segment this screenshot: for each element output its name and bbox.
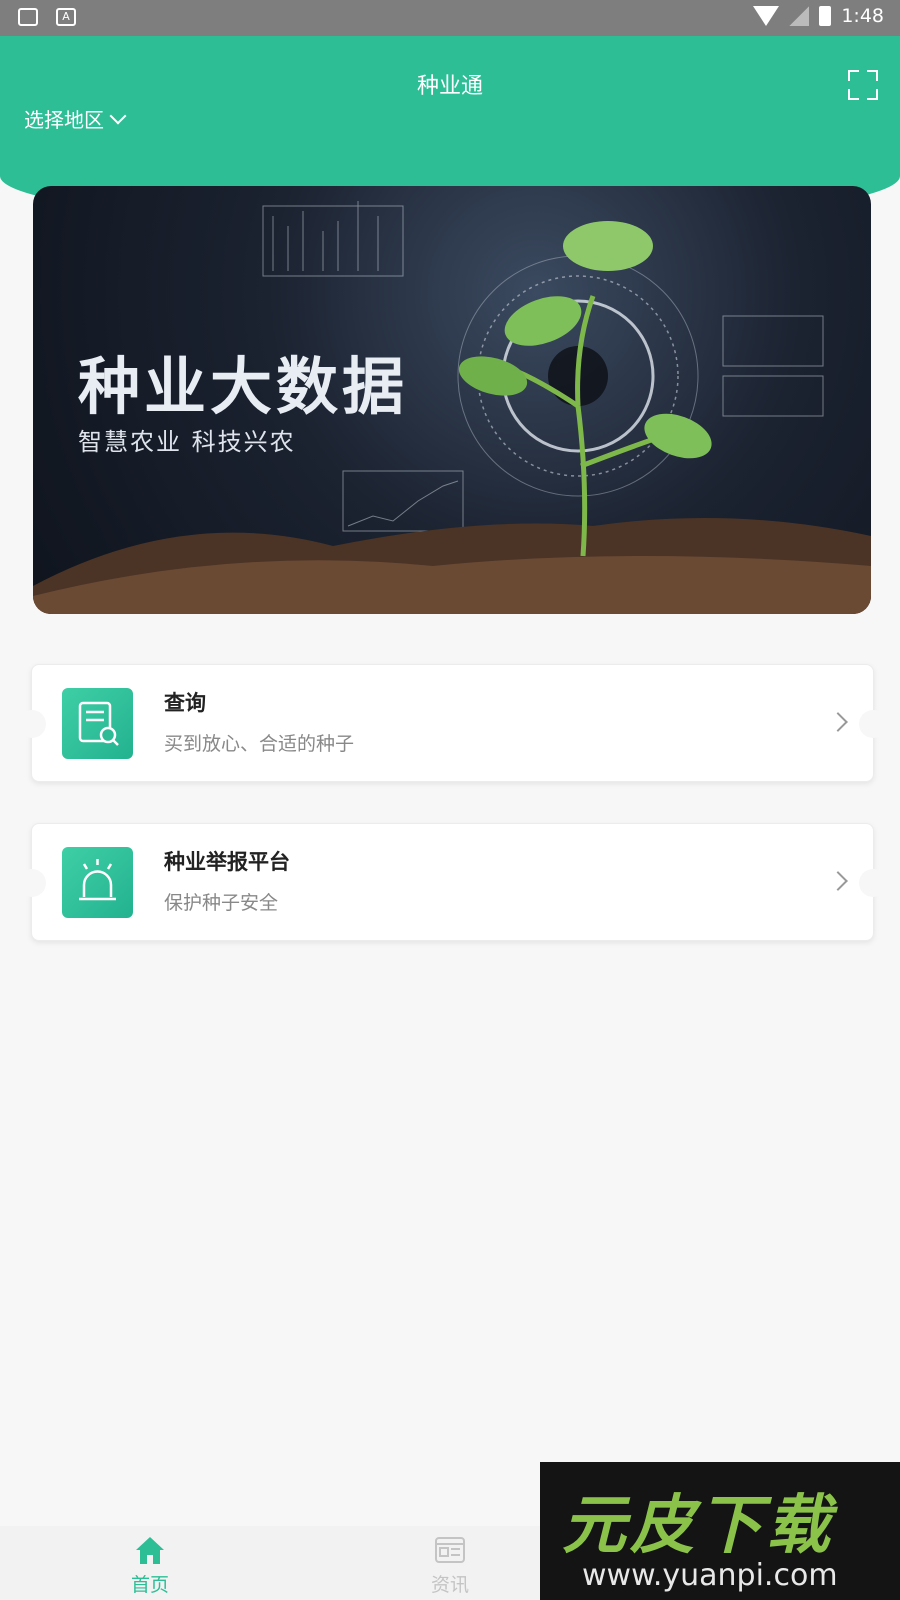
tab-home[interactable]: 首页 <box>0 1526 300 1600</box>
no-signal-icon <box>789 6 810 26</box>
query-title: 查询 <box>164 691 206 715</box>
chevron-right-icon <box>828 712 848 732</box>
query-card[interactable]: 查询 买到放心、合适的种子 <box>18 664 887 782</box>
status-bar: A 1:48 <box>0 0 900 36</box>
query-subtitle: 买到放心、合适的种子 <box>164 733 355 755</box>
tab-home-label: 首页 <box>130 1574 169 1596</box>
banner-subtitle: 智慧农业 科技兴农 <box>78 428 296 456</box>
region-selector[interactable]: 选择地区 <box>24 104 127 133</box>
image-icon <box>18 8 38 26</box>
page-title: 种业通 <box>416 74 483 99</box>
chevron-down-icon <box>109 107 127 124</box>
report-title: 种业举报平台 <box>164 850 290 874</box>
report-subtitle: 保护种子安全 <box>164 892 279 914</box>
report-platform-card[interactable]: 种业举报平台 保护种子安全 <box>18 823 887 941</box>
a-icon: A <box>56 8 76 26</box>
status-time: 1:48 <box>841 5 884 27</box>
watermark-url: www.yuanpi.com <box>582 1558 838 1593</box>
wifi-icon <box>753 6 780 26</box>
banner-image[interactable]: 种业大数据 智慧农业 科技兴农 <box>33 186 871 614</box>
banner-title: 种业大数据 <box>78 350 409 423</box>
region-label: 选择地区 <box>24 108 104 132</box>
scan-icon[interactable] <box>848 70 878 100</box>
watermark-text: 元皮下载 <box>562 1489 834 1563</box>
news-icon <box>435 1537 465 1563</box>
alarm-icon <box>62 847 133 918</box>
document-search-icon <box>62 688 133 759</box>
battery-icon <box>819 6 832 26</box>
home-icon <box>136 1537 164 1564</box>
watermark-overlay: 元皮下载 www.yuanpi.com <box>540 1462 900 1600</box>
chevron-right-icon <box>828 871 848 891</box>
